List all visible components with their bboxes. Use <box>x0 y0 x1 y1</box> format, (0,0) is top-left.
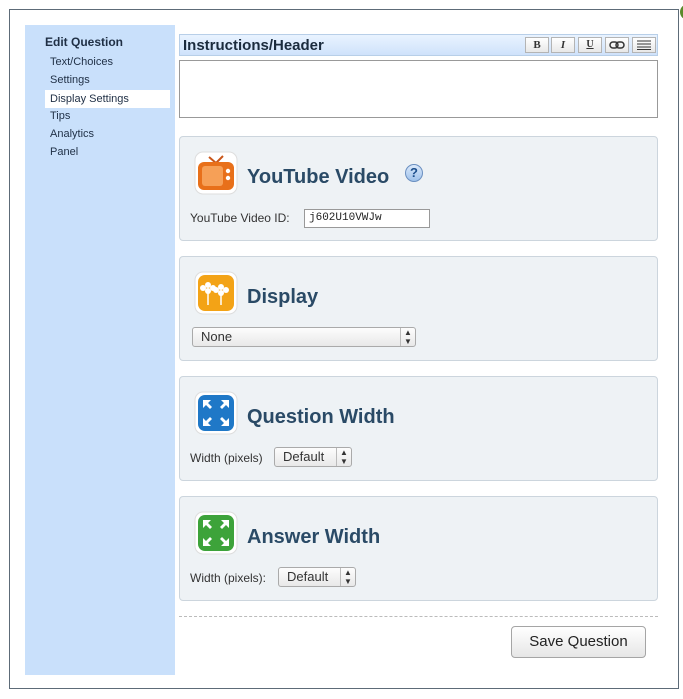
youtube-id-label: YouTube Video ID: <box>190 211 290 225</box>
tv-icon <box>194 151 238 195</box>
answer-width-panel: Answer Width Width (pixels): Default ▲ ▼ <box>179 496 658 601</box>
answer-width-title: Answer Width <box>247 526 381 548</box>
flower-icon <box>194 271 238 315</box>
link-icon <box>609 41 625 49</box>
help-icon[interactable]: ? <box>405 164 423 182</box>
align-button[interactable] <box>632 37 656 53</box>
align-justify-icon <box>637 40 651 50</box>
answer-width-label: Width (pixels): <box>190 571 267 585</box>
bold-button[interactable]: B <box>525 37 549 53</box>
select-arrows-icon: ▲ ▼ <box>336 448 351 466</box>
sidebar-item-analytics[interactable]: Analytics <box>50 128 94 140</box>
sidebar: Edit Question Text/Choices Settings Disp… <box>25 25 175 675</box>
youtube-id-input[interactable]: j602U10VWJw <box>304 209 430 228</box>
question-width-panel: Question Width Width (pixels) Default ▲ ▼ <box>179 376 658 481</box>
sidebar-item-text-choices[interactable]: Text/Choices <box>50 56 113 68</box>
instructions-textarea[interactable] <box>179 60 658 118</box>
save-question-button[interactable]: Save Question <box>511 626 646 658</box>
answer-width-select-value: Default <box>287 569 329 584</box>
sidebar-item-tips[interactable]: Tips <box>50 110 70 122</box>
youtube-video-title: YouTube Video <box>247 166 390 188</box>
sidebar-item-settings[interactable]: Settings <box>50 74 90 86</box>
youtube-video-panel: YouTube Video ? YouTube Video ID: j602U1… <box>179 136 658 241</box>
display-select-value: None <box>201 329 233 344</box>
sidebar-item-display-settings[interactable]: Display Settings <box>45 90 170 108</box>
answer-width-select[interactable]: Default ▲ ▼ <box>278 567 356 587</box>
instructions-title: Instructions/Header <box>183 37 324 54</box>
display-panel: Display None ▲ ▼ <box>179 256 658 361</box>
instructions-header-bar: Instructions/Header B I U <box>179 34 658 56</box>
question-width-label: Width (pixels) <box>190 451 263 465</box>
select-arrows-icon: ▲ ▼ <box>400 328 415 346</box>
divider <box>179 616 658 617</box>
display-title: Display <box>247 286 319 308</box>
display-select[interactable]: None ▲ ▼ <box>192 327 416 347</box>
question-width-title: Question Width <box>247 406 395 428</box>
link-button[interactable] <box>605 37 629 53</box>
question-width-select-value: Default <box>283 449 325 464</box>
select-arrows-icon: ▲ ▼ <box>340 568 355 586</box>
sidebar-title: Edit Question <box>45 35 123 49</box>
sidebar-item-panel[interactable]: Panel <box>50 146 78 158</box>
underline-button[interactable]: U <box>578 37 602 53</box>
italic-button[interactable]: I <box>551 37 575 53</box>
expand-arrows-icon <box>194 511 238 555</box>
question-width-select[interactable]: Default ▲ ▼ <box>274 447 352 467</box>
expand-arrows-icon <box>194 391 238 435</box>
